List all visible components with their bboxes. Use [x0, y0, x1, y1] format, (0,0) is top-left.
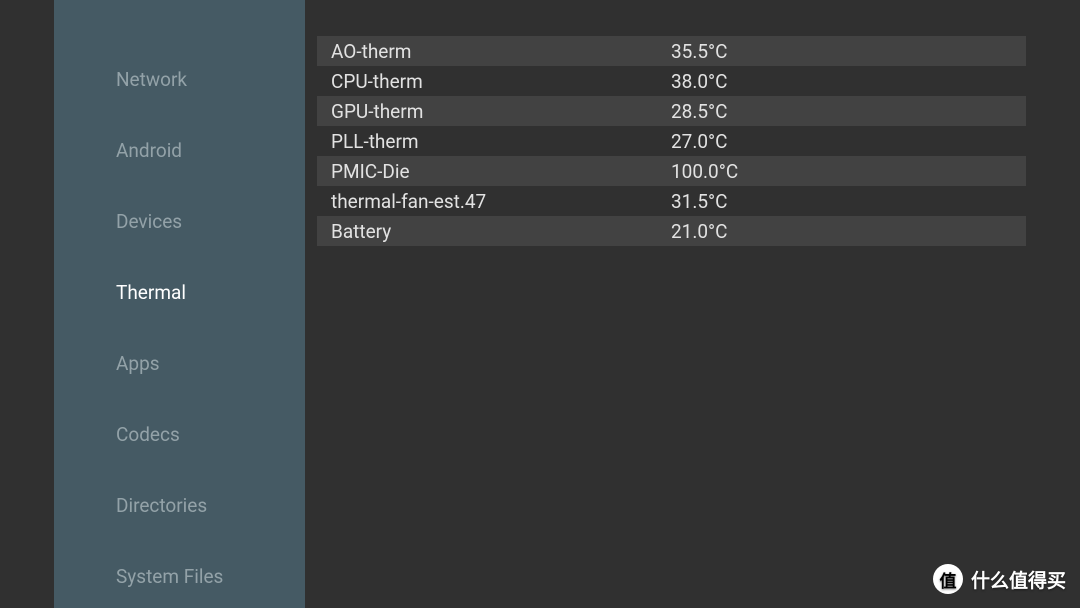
- thermal-sensor-value: 100.0°C: [671, 160, 1026, 183]
- sidebar: Network Android Devices Thermal Apps Cod…: [54, 0, 305, 608]
- thermal-sensor-value: 21.0°C: [671, 220, 1026, 243]
- sidebar-item-android[interactable]: Android: [54, 115, 305, 186]
- table-row: AO-therm 35.5°C: [317, 36, 1026, 66]
- sidebar-item-label: Thermal: [116, 281, 186, 304]
- sidebar-item-codecs[interactable]: Codecs: [54, 399, 305, 470]
- sidebar-item-label: Directories: [116, 494, 207, 517]
- watermark-text: 什么值得买: [971, 566, 1066, 593]
- thermal-sensor-name: AO-therm: [331, 40, 671, 63]
- table-row: PLL-therm 27.0°C: [317, 126, 1026, 156]
- sidebar-item-label: Network: [116, 68, 187, 91]
- sidebar-item-directories[interactable]: Directories: [54, 470, 305, 541]
- sidebar-item-label: Codecs: [116, 423, 180, 446]
- table-row: Battery 21.0°C: [317, 216, 1026, 246]
- thermal-sensor-value: 27.0°C: [671, 130, 1026, 153]
- sidebar-item-label: Apps: [116, 352, 160, 375]
- sidebar-item-network[interactable]: Network: [54, 44, 305, 115]
- main-panel: AO-therm 35.5°C CPU-therm 38.0°C GPU-the…: [305, 0, 1080, 608]
- thermal-sensor-value: 31.5°C: [671, 190, 1026, 213]
- sidebar-item-system-files[interactable]: System Files: [54, 541, 305, 608]
- watermark-badge-icon: 值: [933, 564, 963, 594]
- thermal-sensor-value: 28.5°C: [671, 100, 1026, 123]
- table-row: thermal-fan-est.47 31.5°C: [317, 186, 1026, 216]
- thermal-sensor-name: PMIC-Die: [331, 160, 671, 183]
- sidebar-item-thermal[interactable]: Thermal: [54, 257, 305, 328]
- table-row: PMIC-Die 100.0°C: [317, 156, 1026, 186]
- sidebar-item-label: Devices: [116, 210, 182, 233]
- sidebar-item-label: System Files: [116, 565, 223, 588]
- thermal-sensor-name: GPU-therm: [331, 100, 671, 123]
- thermal-sensor-name: thermal-fan-est.47: [331, 190, 671, 213]
- sidebar-item-devices[interactable]: Devices: [54, 186, 305, 257]
- table-row: GPU-therm 28.5°C: [317, 96, 1026, 126]
- sidebar-item-label: Android: [116, 139, 182, 162]
- thermal-sensor-value: 35.5°C: [671, 40, 1026, 63]
- thermal-sensor-name: PLL-therm: [331, 130, 671, 153]
- thermal-sensor-name: CPU-therm: [331, 70, 671, 93]
- table-row: CPU-therm 38.0°C: [317, 66, 1026, 96]
- thermal-sensor-name: Battery: [331, 220, 671, 243]
- watermark: 值 什么值得买: [933, 564, 1066, 594]
- sidebar-item-apps[interactable]: Apps: [54, 328, 305, 399]
- thermal-sensor-value: 38.0°C: [671, 70, 1026, 93]
